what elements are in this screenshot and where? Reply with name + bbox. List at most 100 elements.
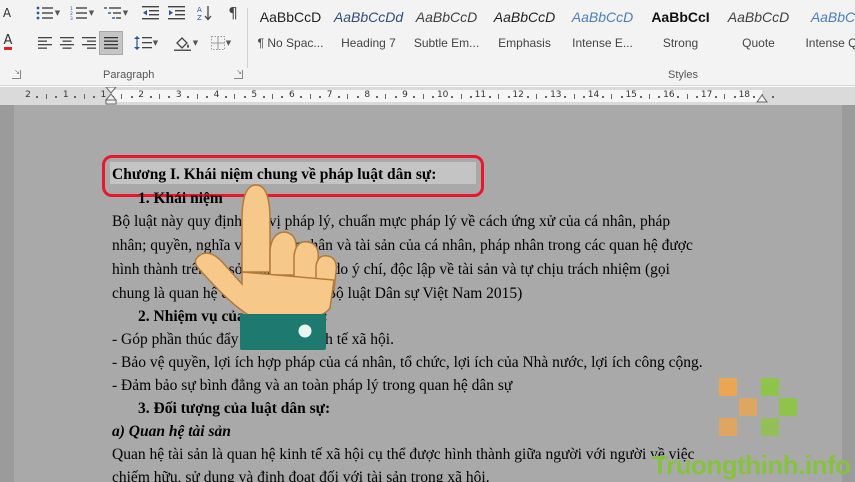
borders-button[interactable]: ▼ (204, 32, 238, 54)
style-name: Strong (662, 36, 699, 50)
multilevel-list-button[interactable]: ▼ (100, 2, 132, 24)
ruler-tick (262, 96, 265, 98)
ruler-tick (121, 94, 123, 99)
ruler-number: 1 (62, 90, 69, 100)
ruler-tick (74, 96, 77, 98)
ruler-number: 17 (700, 90, 713, 100)
svg-text:Z: Z (197, 14, 202, 21)
ruler-tick (535, 94, 537, 99)
style-subtle-emphasis[interactable]: AaBbCcD Subtle Em... (408, 2, 485, 60)
ruler-tick (196, 94, 198, 99)
ruler-tick (92, 96, 95, 98)
ruler-tick (611, 94, 613, 99)
ruler-number: 2 (25, 90, 31, 100)
ruler-tick (639, 96, 642, 98)
style-name: Intense E... (572, 36, 633, 50)
ruler-number: 4 (213, 90, 220, 100)
ruler-tick (149, 96, 152, 98)
style-sample: AaBbCcD (727, 9, 790, 25)
ruler-tick (319, 96, 322, 98)
ruler-number: 5 (251, 90, 258, 100)
ruler-tick (158, 94, 160, 99)
style-intense-emphasis[interactable]: AaBbCcD Intense E... (564, 2, 641, 60)
list-item: - Đảm bảo sự bình đẳng và an toàn pháp l… (112, 377, 513, 394)
font-color-button[interactable]: A (0, 31, 16, 53)
ruler-tick (469, 96, 472, 98)
paragraph-dialog-launcher-icon[interactable]: ↘ (234, 69, 243, 79)
align-left-icon (38, 37, 52, 49)
style-sample: AaBbCcI (651, 9, 710, 25)
ruler-tick (601, 96, 604, 98)
svg-text:A: A (197, 6, 202, 14)
font-dialog-launcher-icon[interactable]: ↘ (12, 69, 21, 79)
paragraph-line: Quan hệ tài sản là quan hệ kinh tế xã hộ… (112, 446, 695, 463)
align-center-button[interactable] (56, 32, 78, 54)
numbering-button[interactable]: 123 ▼ (66, 2, 98, 24)
bullets-button[interactable]: ▼ (32, 2, 64, 24)
bullets-icon (36, 6, 53, 20)
style-sample: AaBbCcD (571, 9, 634, 25)
ruler-tick (733, 96, 736, 98)
ruler-tick (356, 96, 359, 98)
style-quote[interactable]: AaBbCcD Quote (720, 2, 797, 60)
right-indent-marker-icon[interactable] (756, 93, 768, 103)
hanging-indent-marker-icon[interactable] (104, 87, 118, 105)
sort-icon: AZ (197, 6, 212, 21)
ruler-tick (168, 96, 171, 98)
ruler-tick (583, 96, 586, 98)
line-spacing-button[interactable]: ▼ (130, 32, 162, 54)
ruler-tick (488, 96, 491, 98)
style-no-spacing[interactable]: AaBbCcD ¶ No Spac... (252, 2, 329, 60)
ruler-tick (272, 94, 274, 99)
ruler-tick (206, 96, 209, 98)
horizontal-ruler[interactable]: 2 1 1 2 3 4 5 6 7 8 9 10 11 12 13 14 15 16 17 18 (0, 87, 855, 105)
chevron-down-icon: ▼ (192, 39, 199, 47)
style-sample: AaBbCc (810, 9, 855, 25)
ruler-number: 12 (512, 90, 524, 100)
justify-button[interactable] (99, 31, 123, 55)
borders-icon (210, 36, 225, 50)
chevron-down-icon: ▼ (225, 39, 232, 47)
style-sample: AaBbCcD (259, 9, 322, 25)
style-emphasis[interactable]: AaBbCcD Emphasis (486, 2, 563, 60)
ruler-number: 6 (289, 90, 295, 100)
style-name: Intense Q... (805, 36, 855, 50)
ruler-number: 3 (175, 90, 182, 100)
ruler-number: 11 (474, 90, 487, 100)
chevron-down-icon: ▼ (152, 39, 159, 47)
ruler-tick (564, 96, 567, 98)
ruler-tick (347, 94, 349, 99)
align-center-icon (60, 37, 74, 49)
ruler-tick (771, 96, 774, 98)
subsection-heading: a) Quan hệ tài sản (112, 423, 231, 440)
style-name: ¶ No Spac... (257, 36, 324, 50)
ruler-tick (187, 96, 190, 98)
align-left-button[interactable] (34, 32, 56, 54)
ruler-tick (36, 96, 39, 98)
ruler-number: 7 (326, 90, 333, 100)
paragraph-line: chiếm hữu, sử dụng và định đoạt đối với … (112, 469, 490, 482)
ruler-number: 15 (625, 90, 637, 100)
decrease-indent-button[interactable] (140, 2, 162, 24)
shading-button[interactable]: ▼ (170, 32, 202, 54)
line-spacing-icon (133, 36, 152, 50)
decrease-indent-icon (142, 6, 159, 20)
ruler-tick (243, 96, 246, 98)
style-intense-quote[interactable]: AaBbCc Intense Q... (798, 2, 855, 60)
ruler-tick (281, 96, 284, 98)
ruler-number: 16 (663, 90, 675, 100)
ruler-tick (432, 96, 435, 98)
sort-button[interactable]: AZ (194, 2, 216, 24)
ruler-tick (413, 96, 416, 98)
font-color-partial-icon[interactable]: A (0, 2, 14, 24)
increase-indent-button[interactable] (166, 2, 188, 24)
style-strong[interactable]: AaBbCcI Strong (642, 2, 719, 60)
ruler-tick (715, 96, 718, 98)
justify-icon (104, 37, 118, 49)
style-name: Subtle Em... (413, 36, 480, 50)
ruler-tick (724, 94, 726, 99)
style-heading-7[interactable]: AaBbCcDd Heading 7 (330, 2, 407, 60)
styles-group-label: Styles (668, 69, 698, 81)
show-formatting-button[interactable]: ¶ (222, 2, 244, 24)
align-right-button[interactable] (78, 32, 100, 54)
